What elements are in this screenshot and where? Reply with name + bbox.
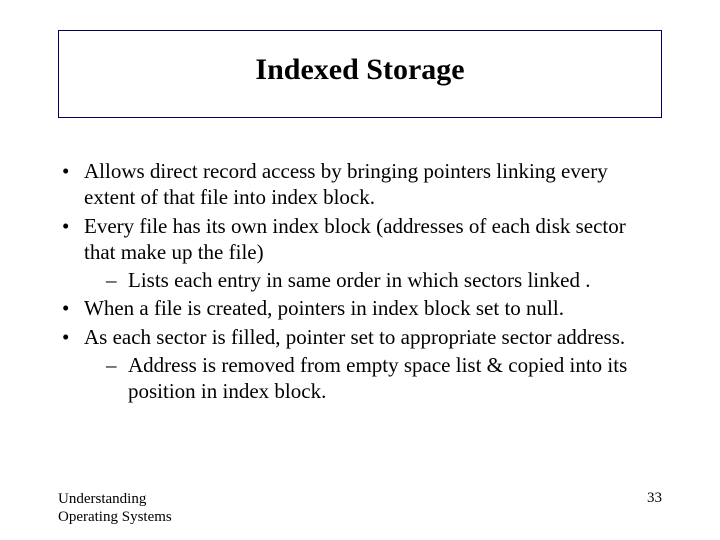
sub-bullet-list: Address is removed from empty space list… (84, 352, 662, 405)
bullet-text: As each sector is filled, pointer set to… (84, 325, 625, 349)
footer-line1: Understanding (58, 490, 172, 508)
bullet-text: Allows direct record access by bringing … (84, 159, 608, 209)
bullet-list: Allows direct record access by bringing … (58, 158, 662, 404)
footer-source: Understanding Operating Systems (58, 490, 172, 526)
bullet-item: As each sector is filled, pointer set to… (58, 324, 662, 405)
content-area: Allows direct record access by bringing … (58, 158, 662, 404)
title-box: Indexed Storage (58, 30, 662, 118)
footer: Understanding Operating Systems 33 (58, 490, 662, 526)
page-number: 33 (647, 490, 662, 507)
sub-bullet-text: Address is removed from empty space list… (128, 353, 627, 403)
bullet-text: Every file has its own index block (addr… (84, 214, 626, 264)
bullet-item: Every file has its own index block (addr… (58, 213, 662, 294)
sub-bullet-item: Address is removed from empty space list… (106, 352, 662, 405)
slide-title: Indexed Storage (69, 53, 651, 87)
footer-line2: Operating Systems (58, 508, 172, 526)
slide: Indexed Storage Allows direct record acc… (0, 0, 720, 540)
sub-bullet-item: Lists each entry in same order in which … (106, 267, 662, 293)
bullet-item: Allows direct record access by bringing … (58, 158, 662, 211)
bullet-text: When a file is created, pointers in inde… (84, 296, 564, 320)
sub-bullet-list: Lists each entry in same order in which … (84, 267, 662, 293)
sub-bullet-text: Lists each entry in same order in which … (128, 268, 590, 292)
bullet-item: When a file is created, pointers in inde… (58, 295, 662, 321)
